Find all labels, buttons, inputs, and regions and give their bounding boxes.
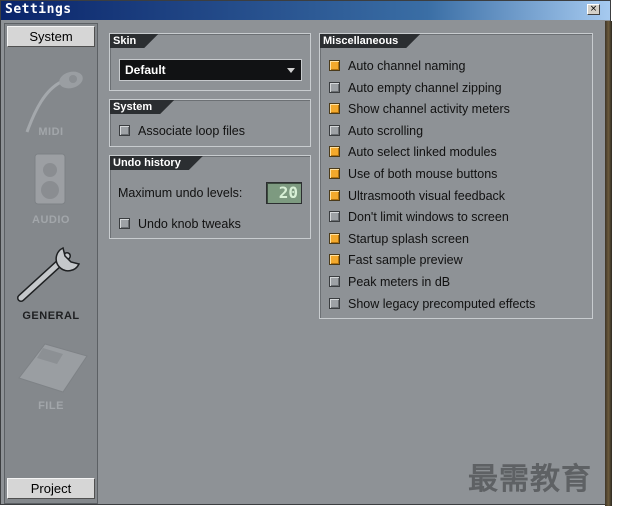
misc-option-checkbox[interactable]	[329, 146, 340, 157]
misc-option-checkbox[interactable]	[329, 233, 340, 244]
misc-option-checkbox[interactable]	[329, 82, 340, 93]
wrench-icon	[17, 246, 81, 302]
sidebar-item-general[interactable]: GENERAL	[5, 240, 97, 326]
sidebar-item-file[interactable]: FILE	[5, 330, 97, 420]
panel-title: Skin	[110, 34, 158, 48]
undo-knob-tweaks-checkbox[interactable]	[119, 218, 130, 229]
misc-option-label: Don't limit windows to screen	[348, 210, 509, 224]
sidebar-item-audio[interactable]: AUDIO	[5, 146, 97, 228]
misc-option-label: Show channel activity meters	[348, 102, 510, 116]
misc-option-label: Auto empty channel zipping	[348, 81, 502, 95]
misc-option-checkbox[interactable]	[329, 125, 340, 136]
misc-option-checkbox[interactable]	[329, 298, 340, 309]
panel-title: Undo history	[110, 156, 203, 170]
sidebar-item-label: FILE	[38, 400, 64, 412]
sidebar-item-label: MIDI	[38, 126, 64, 138]
background-strip	[605, 21, 612, 506]
misc-option-checkbox[interactable]	[329, 168, 340, 179]
misc-option-label: Auto scrolling	[348, 124, 424, 138]
misc-option-checkbox[interactable]	[329, 190, 340, 201]
misc-option-checkbox[interactable]	[329, 276, 340, 287]
associate-loop-files-label: Associate loop files	[138, 124, 246, 138]
chevron-down-icon	[287, 68, 295, 73]
misc-option-label: Fast sample preview	[348, 253, 463, 267]
project-tab-button[interactable]: Project	[7, 478, 95, 499]
misc-option-label: Ultrasmooth visual feedback	[348, 189, 506, 203]
misc-option-label: Show legacy precomputed effects	[348, 297, 536, 311]
misc-option-checkbox[interactable]	[329, 103, 340, 114]
skin-dropdown[interactable]: Default	[119, 59, 302, 81]
misc-option-label: Peak meters in dB	[348, 275, 451, 289]
max-undo-levels-input[interactable]: 20	[266, 182, 302, 204]
associate-loop-files-checkbox[interactable]	[119, 125, 130, 136]
max-undo-levels-label: Maximum undo levels:	[118, 186, 243, 200]
settings-window: Settings × System MIDI AUDIO GENERAL FIL…	[0, 0, 612, 506]
category-sidebar: System MIDI AUDIO GENERAL FILE Project	[4, 23, 98, 504]
skin-selected-value: Default	[125, 63, 166, 77]
panel-title: System	[110, 100, 174, 114]
speaker-icon	[34, 153, 66, 205]
misc-option-checkbox[interactable]	[329, 254, 340, 265]
floppy-disk-icon	[18, 343, 88, 393]
sidebar-item-label: AUDIO	[32, 214, 70, 226]
misc-option-label: Use of both mouse buttons	[348, 167, 498, 181]
undo-knob-tweaks-label: Undo knob tweaks	[138, 217, 241, 231]
misc-option-label: Startup splash screen	[348, 232, 469, 246]
misc-option-checkbox[interactable]	[329, 60, 340, 71]
sidebar-item-label: GENERAL	[22, 310, 80, 322]
misc-option-label: Auto channel naming	[348, 59, 466, 73]
title-bar[interactable]: Settings ×	[1, 1, 610, 20]
system-tab-button[interactable]: System	[7, 26, 95, 47]
misc-option-checkbox[interactable]	[329, 211, 340, 222]
window-title: Settings	[5, 2, 72, 17]
misc-option-label: Auto select linked modules	[348, 145, 497, 159]
watermark: 最需教育	[468, 462, 592, 497]
panel-title: Miscellaneous	[320, 34, 420, 48]
close-button[interactable]: ×	[587, 4, 600, 15]
system-panel: System	[109, 99, 311, 147]
